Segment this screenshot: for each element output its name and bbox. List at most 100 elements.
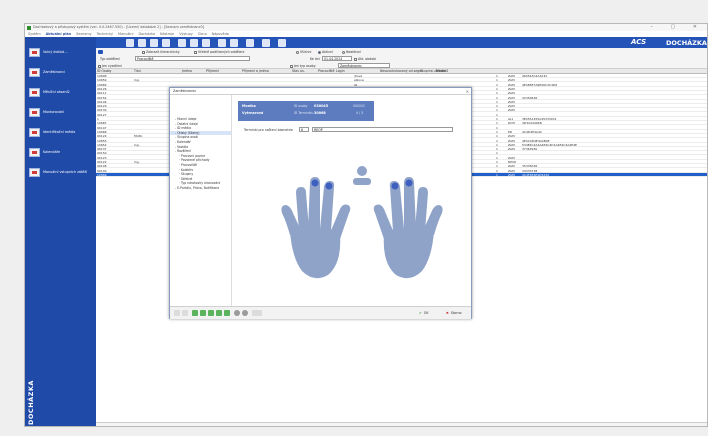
finger-active-icon[interactable]	[325, 182, 333, 190]
next-icon[interactable]	[216, 310, 222, 316]
first-name: Monika	[242, 104, 256, 108]
menu-item[interactable]: Aktuální plán	[46, 32, 71, 36]
person-card: Monika Vytrnarová ID osoby 030045 ID Ter…	[238, 101, 374, 121]
monitor-icon	[29, 48, 40, 57]
terminal-name-select[interactable]: REOP	[312, 127, 453, 132]
date-input[interactable]: 01.04.2024	[322, 56, 352, 61]
sidebar-item-label: Zaměstnanci	[43, 70, 66, 74]
add-icon[interactable]	[192, 310, 198, 316]
print-icon[interactable]	[252, 310, 262, 316]
finger-active-icon[interactable]	[391, 182, 399, 190]
code2-value: 4 / 3	[356, 111, 363, 115]
print-preview-icon[interactable]	[262, 38, 270, 47]
toolbar: ACS DOCHÁZKA	[96, 37, 707, 48]
table-cell: 10666	[97, 172, 107, 177]
sidebar-item-label: Volný dokkol...	[43, 50, 68, 54]
menu-item[interactable]: Systém	[28, 32, 41, 36]
settings-icon[interactable]	[278, 38, 286, 47]
dialog-content: Monika Vytrnarová ID osoby 030045 ID Ter…	[232, 95, 471, 306]
sidebar-brand-label: DOCHÁZKA	[27, 380, 35, 425]
sidebar-item-0[interactable]: Volný dokkol...	[28, 45, 94, 60]
sidebar-item-6[interactable]: Manuální vstupních zátěží	[28, 165, 94, 180]
date-label: Ke dni	[310, 57, 320, 61]
include-sub-checkbox[interactable]: Včetně podřízených oddělení	[194, 50, 244, 54]
menu-item[interactable]: Okno	[198, 32, 207, 36]
close-icon[interactable]: ✕	[466, 88, 469, 95]
code-value: 000002	[353, 104, 365, 108]
sidebar-item-4[interactable]: Identifikační média	[28, 125, 94, 140]
status-bar	[96, 422, 707, 426]
id-value: 030045	[314, 104, 329, 108]
title-bar: Docházkový a přístupový systém (ver. 4.0…	[25, 24, 707, 31]
hierarchy-checkbox[interactable]: Zobrazit hierarchicky	[142, 50, 180, 54]
search-icon[interactable]	[234, 310, 240, 316]
terminal-id-label: ID Terminálu	[294, 111, 314, 115]
forward-icon[interactable]	[208, 310, 214, 316]
type-label: Typ oddělení	[100, 57, 121, 61]
first-record-icon[interactable]	[174, 310, 180, 316]
sidebar-item-1[interactable]: Zaměstnanci	[28, 65, 94, 80]
ok-button[interactable]: ✔ OK	[419, 310, 429, 316]
sidebar-item-2[interactable]: Měsíční zásení2	[28, 85, 94, 100]
calendar-icon	[29, 148, 40, 157]
window-controls[interactable]: – ▢ ✕	[650, 24, 705, 31]
table-cell: ZAM	[508, 172, 515, 177]
table-cell: 1	[496, 172, 498, 177]
menu-item[interactable]: Výstupy	[179, 32, 193, 36]
menu-item[interactable]: Nápověda	[212, 32, 229, 36]
product-name: DOCHÁZKA	[666, 39, 707, 47]
left-checkbox[interactable]: Jen vyzdílení	[98, 64, 122, 68]
menu-item[interactable]: Seznamy	[76, 32, 92, 36]
list-icon	[98, 50, 103, 54]
person-type-select[interactable]: Zaměstnanec	[338, 63, 390, 68]
employee-dialog: Zaměstnanec ✕ - Hlavní údaje - Ostatní úda…	[169, 87, 472, 319]
menu-item[interactable]: Docházka	[138, 32, 155, 36]
period-checkbox[interactable]: Akt. období	[354, 57, 376, 61]
sidebar: Volný dokkol... Zaměstnanci Měsíční záse…	[25, 37, 96, 426]
export-icon[interactable]	[190, 38, 198, 47]
columns-icon[interactable]	[218, 38, 226, 47]
refresh-icon[interactable]	[162, 38, 170, 47]
delete-icon[interactable]	[150, 38, 158, 47]
card-icon	[29, 128, 40, 137]
menu-item[interactable]: Technický	[97, 32, 113, 36]
person-type-checkbox[interactable]: Jen typ osoby	[290, 64, 316, 68]
monitor-icon	[29, 108, 40, 117]
sidebar-item-label: Montorování	[43, 110, 65, 114]
print-icon[interactable]	[178, 38, 186, 47]
edit-icon[interactable]	[138, 38, 146, 47]
table-cell: 4C4F4E4E4D5230	[522, 172, 550, 177]
fingerprint-hands	[281, 166, 443, 279]
back-icon[interactable]	[200, 310, 206, 316]
tree-item[interactable]: - E-Portálu, Práva, Notifikace	[170, 186, 231, 191]
left-hand	[281, 177, 351, 279]
filter-icon[interactable]	[202, 38, 210, 47]
type-select[interactable]: Pracoviště	[135, 56, 250, 61]
chart-icon[interactable]	[230, 38, 238, 47]
menu-item[interactable]: Nástroje	[160, 32, 174, 36]
terminal-id-value: 30068	[314, 111, 326, 115]
terminal-label: Terminál pro načtení biometrie	[244, 128, 293, 132]
finger-active-icon[interactable]	[405, 179, 413, 187]
last-name: Vytrnarová	[242, 111, 264, 115]
brand-logo: ACS	[631, 38, 647, 46]
sidebar-item-label: Identifikační média	[43, 130, 76, 134]
radio-inactive[interactable]: Neaktivní	[342, 50, 361, 54]
radio-all[interactable]: Všichni	[296, 50, 311, 54]
prev-record-icon[interactable]	[182, 310, 188, 316]
desktop: Docházkový a přístupový systém (ver. 4.0…	[0, 0, 708, 436]
filter-panel: Zobrazit hierarchicky Včetně podřízených…	[96, 48, 707, 69]
sidebar-item-5[interactable]: Kalendáře	[28, 145, 94, 160]
grid-icon[interactable]	[246, 38, 254, 47]
cancel-button[interactable]: ✖ Storno	[446, 310, 462, 316]
terminal-number-select[interactable]: 6	[299, 127, 309, 132]
calendar-icon	[29, 88, 40, 97]
finger-active-icon[interactable]	[311, 179, 319, 187]
id-label: ID osoby	[294, 104, 308, 108]
menu-item[interactable]: Manuální	[118, 32, 133, 36]
last-icon[interactable]	[224, 310, 230, 316]
sidebar-item-3[interactable]: Montorování	[28, 105, 94, 120]
refresh-icon[interactable]	[242, 310, 248, 316]
new-icon[interactable]	[126, 38, 134, 47]
radio-active[interactable]: Aktivní	[318, 50, 333, 54]
